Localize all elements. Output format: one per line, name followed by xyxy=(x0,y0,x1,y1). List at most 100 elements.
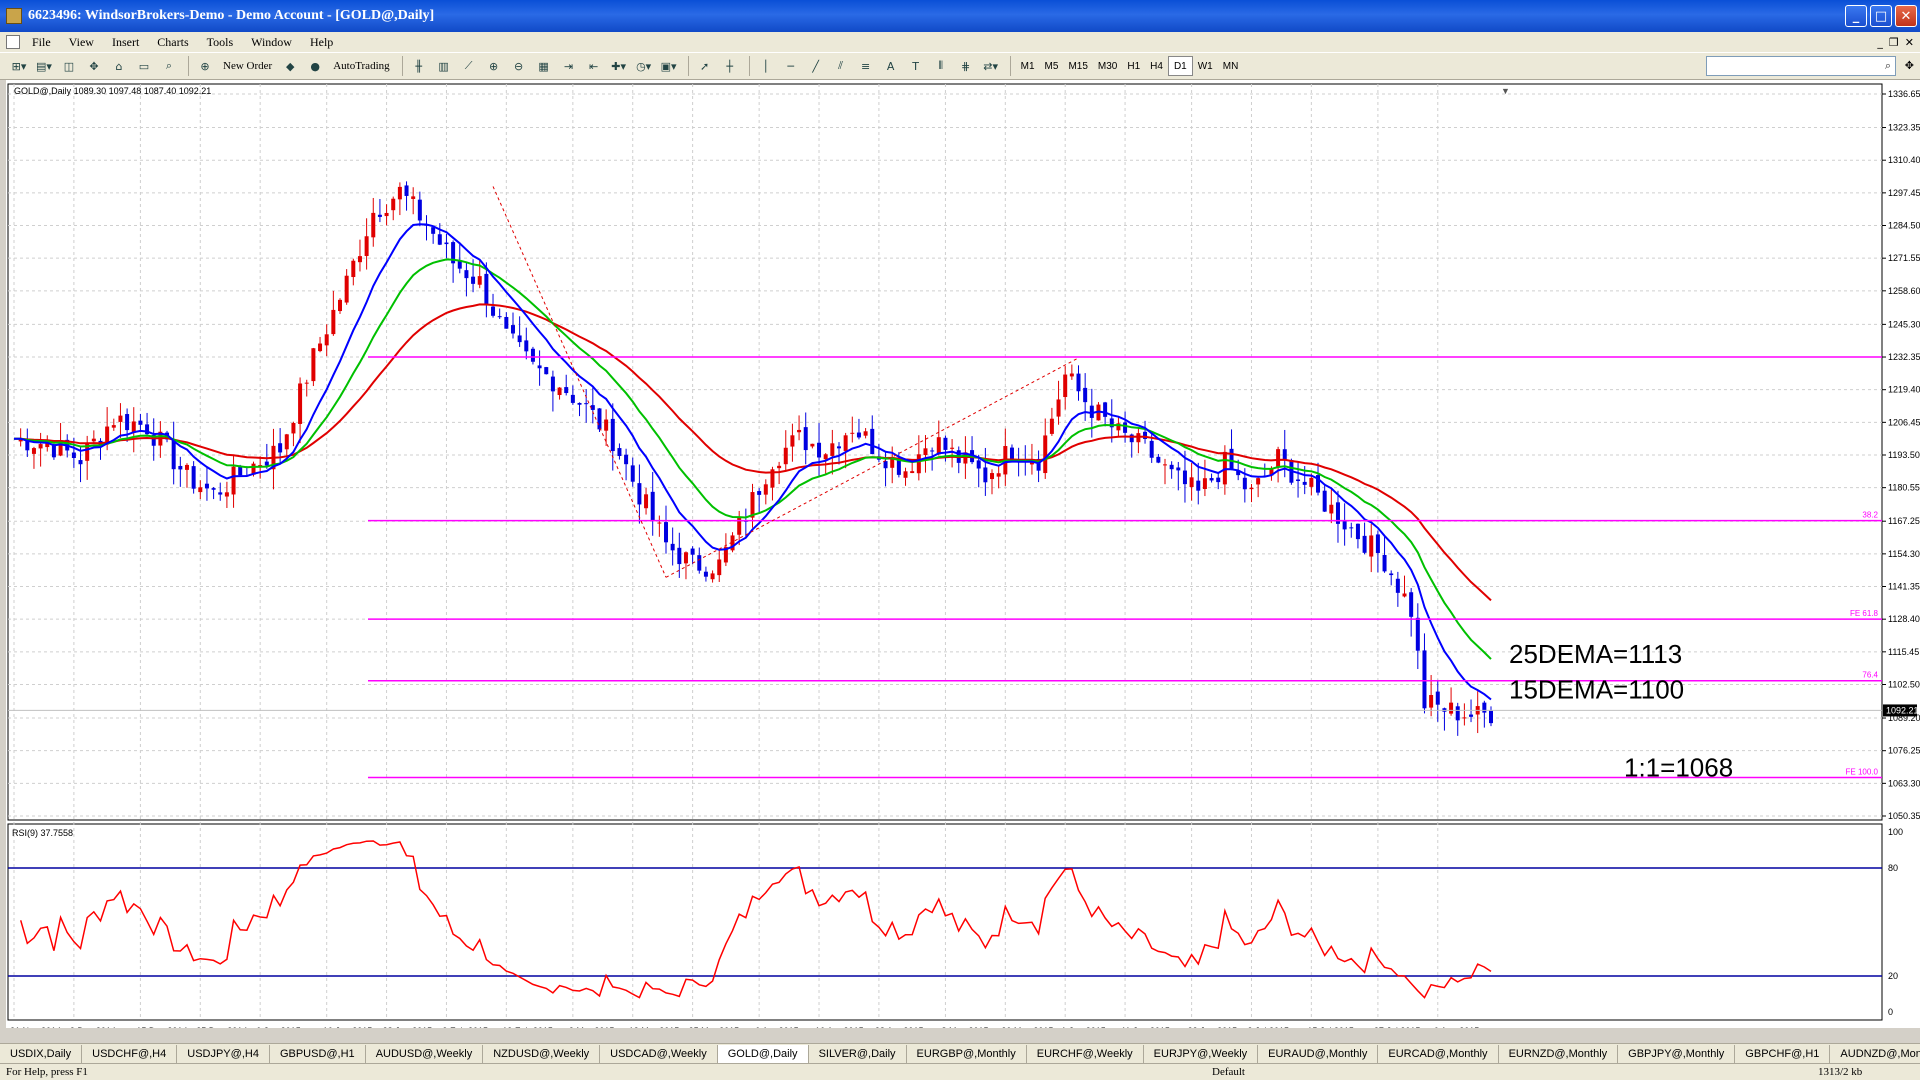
timeframe-m1[interactable]: M1 xyxy=(1016,56,1040,76)
candle-body xyxy=(1296,479,1301,481)
gann-icon[interactable]: ⦀ xyxy=(930,55,952,77)
menu-help[interactable]: Help xyxy=(310,35,333,50)
chart-tab[interactable]: GBPCHF@,H1 xyxy=(1735,1044,1831,1063)
channel-icon[interactable]: ⫽ xyxy=(830,55,852,77)
chart-shift-marker: ▼ xyxy=(1501,86,1510,96)
chart-tab[interactable]: GOLD@,Daily xyxy=(717,1044,809,1063)
chart-shift-icon[interactable]: ⇤ xyxy=(583,55,605,77)
menu-view[interactable]: View xyxy=(69,35,94,50)
vertical-line-icon[interactable]: │ xyxy=(755,55,777,77)
fibonacci-icon[interactable]: ≡ xyxy=(855,55,877,77)
search-icon[interactable]: ⌕ xyxy=(1885,59,1891,73)
navigator-icon[interactable]: ⌂ xyxy=(108,55,130,77)
profiles-icon[interactable]: ▤▾ xyxy=(33,55,55,77)
cursor-icon[interactable]: ➚ xyxy=(694,55,716,77)
menu-tools[interactable]: Tools xyxy=(207,35,234,50)
chart-tab[interactable]: GBPUSD@,H1 xyxy=(270,1044,366,1063)
timeframe-w1[interactable]: W1 xyxy=(1193,56,1218,76)
candle-body xyxy=(856,432,861,438)
candle-body xyxy=(843,435,848,452)
new-chart-icon[interactable]: ⊞▾ xyxy=(8,55,30,77)
close-button[interactable]: ✕ xyxy=(1895,5,1917,27)
annotation-15dema: 15DEMA=1100 xyxy=(1509,674,1684,704)
chart-tab[interactable]: EURCHF@,Weekly xyxy=(1027,1044,1144,1063)
candle-body xyxy=(331,309,336,335)
crosshair-icon[interactable]: ┼ xyxy=(719,55,741,77)
metaeditor-icon[interactable]: ◆ xyxy=(279,55,301,77)
menu-insert[interactable]: Insert xyxy=(112,35,139,50)
mdi-minimize-button[interactable]: _ xyxy=(1877,36,1883,49)
tester-icon[interactable]: ⌕ xyxy=(158,55,180,77)
date-label: 25 Dec 2014 xyxy=(196,1026,247,1028)
candle-body xyxy=(996,473,1001,477)
fibo-fan-icon[interactable]: ⋕ xyxy=(955,55,977,77)
chart-tab[interactable]: EURJPY@,Weekly xyxy=(1144,1044,1259,1063)
minimize-button[interactable]: _ xyxy=(1845,5,1867,27)
timeframe-m5[interactable]: M5 xyxy=(1040,56,1064,76)
zoom-in-icon[interactable]: ⊕ xyxy=(483,55,505,77)
timeframe-h4[interactable]: H4 xyxy=(1145,56,1168,76)
timeframe-m15[interactable]: M15 xyxy=(1063,56,1092,76)
chart-tab[interactable]: GBPJPY@,Monthly xyxy=(1618,1044,1736,1063)
bar-chart-icon[interactable]: ╫ xyxy=(408,55,430,77)
level-label: FE 100.0 xyxy=(1846,768,1879,777)
toolbar-options-icon[interactable]: ✥ xyxy=(1905,59,1914,72)
price-chart[interactable]: 1336.65 1323.35 1310.40 1297.45 1284.50 1271.… xyxy=(6,80,1920,1036)
timeframe-mn[interactable]: MN xyxy=(1218,56,1244,76)
chart-window[interactable]: 1336.65 1323.35 1310.40 1297.45 1284.50 1271.… xyxy=(6,80,1920,1036)
candle-body xyxy=(284,434,289,450)
horizontal-line-icon[interactable]: ─ xyxy=(780,55,802,77)
date-label: 1 Jun 2015 xyxy=(1061,1026,1106,1028)
chart-tab[interactable]: USDIX,Daily xyxy=(0,1044,83,1063)
timeframe-h1[interactable]: H1 xyxy=(1122,56,1145,76)
menu-file[interactable]: File xyxy=(32,35,51,50)
new-order-button[interactable]: New Order xyxy=(219,55,276,77)
chart-tab[interactable]: SILVER@,Daily xyxy=(809,1044,907,1063)
label-icon[interactable]: T xyxy=(905,55,927,77)
chart-tab[interactable]: EURGBP@,Monthly xyxy=(907,1044,1027,1063)
text-icon[interactable]: A xyxy=(880,55,902,77)
status-traffic: 1313/2 kb xyxy=(1818,1066,1863,1078)
candle-body xyxy=(417,199,422,221)
timeframe-d1[interactable]: D1 xyxy=(1167,56,1193,76)
periods-icon[interactable]: ◷▾ xyxy=(633,55,655,77)
date-label: 11 Jun 2015 xyxy=(1121,1026,1170,1028)
chart-tab[interactable]: USDJPY@,H4 xyxy=(177,1044,270,1063)
search-input[interactable]: ⌕ xyxy=(1706,56,1896,76)
chart-tab[interactable]: USDCAD@,Weekly xyxy=(600,1044,718,1063)
mdi-close-button[interactable]: ✕ xyxy=(1905,36,1914,49)
autotrading-icon[interactable]: ● xyxy=(304,55,326,77)
terminal-icon[interactable]: ▭ xyxy=(133,55,155,77)
line-chart-icon[interactable]: ⟋ xyxy=(458,55,480,77)
autotrading-button[interactable]: AutoTrading xyxy=(329,55,393,77)
chart-tab[interactable]: AUDNZD@,Monthly xyxy=(1830,1045,1920,1063)
arrows-icon[interactable]: ⇄▾ xyxy=(980,55,1002,77)
document-icon[interactable] xyxy=(6,35,20,49)
data-window-icon[interactable]: ✥ xyxy=(83,55,105,77)
candlestick-icon[interactable]: ▥ xyxy=(433,55,455,77)
candle-body xyxy=(211,488,216,490)
templates-icon[interactable]: ▣▾ xyxy=(658,55,680,77)
chart-tab[interactable]: AUDUSD@,Weekly xyxy=(366,1044,484,1063)
candle-body xyxy=(218,492,223,495)
chart-tab[interactable]: EURCAD@,Monthly xyxy=(1378,1044,1499,1063)
chart-tab[interactable]: NZDUSD@,Weekly xyxy=(483,1044,601,1063)
chart-tab[interactable]: EURAUD@,Monthly xyxy=(1258,1044,1379,1063)
tile-windows-icon[interactable]: ▦ xyxy=(533,55,555,77)
chart-tab[interactable]: USDCHF@,H4 xyxy=(82,1044,178,1063)
chart-tab[interactable]: EURNZD@,Monthly xyxy=(1499,1044,1619,1063)
menu-charts[interactable]: Charts xyxy=(157,35,188,50)
auto-scroll-icon[interactable]: ⇥ xyxy=(558,55,580,77)
candle-body xyxy=(850,432,855,434)
market-watch-icon[interactable]: ◫ xyxy=(58,55,80,77)
price-label: 1167.25 xyxy=(1888,516,1920,526)
timeframe-m30[interactable]: M30 xyxy=(1093,56,1122,76)
mdi-restore-button[interactable]: ❐ xyxy=(1889,36,1899,49)
maximize-button[interactable]: □ xyxy=(1870,5,1892,27)
indicators-icon[interactable]: ✚▾ xyxy=(608,55,630,77)
menu-window[interactable]: Window xyxy=(251,35,292,50)
candle-body xyxy=(1455,706,1460,721)
trendline-icon[interactable]: ╱ xyxy=(805,55,827,77)
new-order-icon[interactable]: ⊕ xyxy=(194,55,216,77)
zoom-out-icon[interactable]: ⊖ xyxy=(508,55,530,77)
